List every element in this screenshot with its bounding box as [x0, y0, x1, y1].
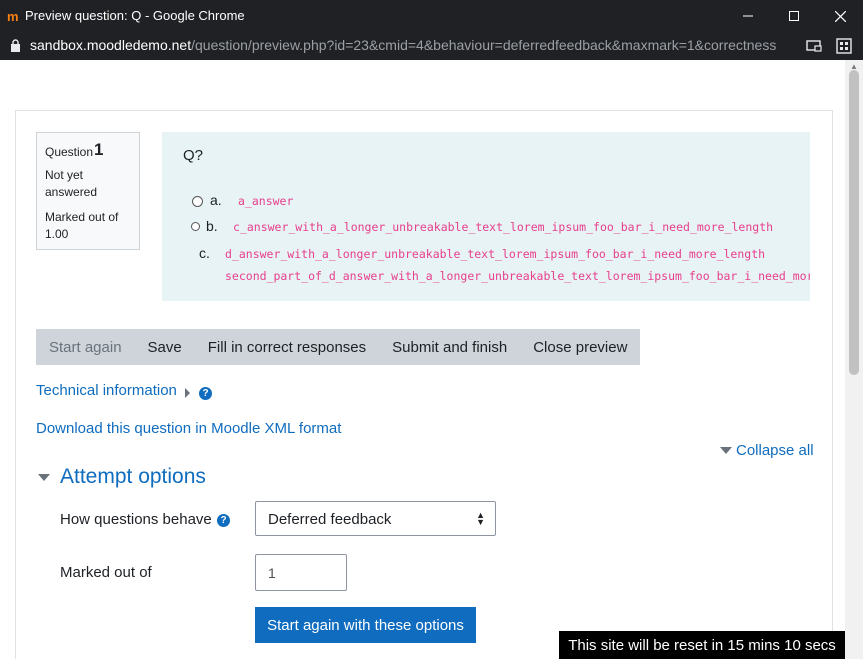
expand-arrow-icon[interactable]	[185, 388, 190, 398]
answer-b-text[interactable]: c_answer_with_a_longer_unbreakable_text_…	[233, 220, 773, 234]
marked-out-input[interactable]: 1	[255, 554, 347, 591]
help-icon[interactable]: ?	[199, 387, 212, 400]
close-preview-button[interactable]: Close preview	[520, 329, 640, 365]
browser-titlebar: m Preview question: Q - Google Chrome	[0, 0, 863, 32]
close-icon	[834, 10, 846, 22]
collapse-all-link[interactable]: Collapse all	[736, 442, 814, 459]
answer-a-radio[interactable]	[192, 196, 203, 207]
download-xml-link[interactable]: Download this question in Moodle XML for…	[36, 420, 341, 437]
question-info-box: Question 1 Not yet answered Marked out o…	[36, 132, 140, 250]
question-formulation: Q? a. a_answer b. c_answer_with_a_longer…	[162, 132, 810, 301]
question-label: Question	[45, 145, 94, 159]
answer-c-text-line2[interactable]: second_part_of_d_answer_with_a_longer_un…	[225, 269, 810, 283]
behaviour-select[interactable]: Deferred feedback ▲ ▼	[255, 501, 496, 536]
attempt-options-title[interactable]: Attempt options	[60, 465, 206, 489]
preview-controls: Start again Save Fill in correct respons…	[36, 329, 641, 365]
url-path: /question/preview.php?id=23&cmid=4&behav…	[191, 37, 777, 53]
answer-b-radio[interactable]	[191, 222, 200, 231]
minimize-icon	[743, 15, 753, 17]
submit-finish-button[interactable]: Submit and finish	[379, 329, 520, 365]
page-content: Question 1 Not yet answered Marked out o…	[0, 60, 845, 659]
cast-icon[interactable]	[805, 37, 823, 55]
save-button[interactable]: Save	[135, 329, 195, 365]
moodle-icon: m	[7, 9, 19, 24]
minimize-button[interactable]	[725, 0, 771, 32]
close-window-button[interactable]	[817, 0, 863, 32]
marked-out-label: Marked out of	[60, 564, 152, 581]
answer-c-text[interactable]: d_answer_with_a_longer_unbreakable_text_…	[225, 247, 765, 261]
fill-correct-button[interactable]: Fill in correct responses	[195, 329, 379, 365]
behaviour-select-value: Deferred feedback	[268, 511, 392, 528]
question-text: Q?	[183, 147, 204, 164]
technical-info-link[interactable]: Technical information	[36, 382, 177, 399]
page-scrollbar[interactable]: ▲	[845, 60, 863, 659]
start-again-button[interactable]: Start again	[36, 329, 135, 365]
lock-icon	[11, 39, 20, 52]
question-grade: Marked out of 1.00	[45, 210, 119, 241]
qr-code-icon[interactable]	[835, 37, 853, 55]
select-arrows-icon: ▲ ▼	[476, 510, 485, 527]
window-title: Preview question: Q - Google Chrome	[25, 8, 245, 23]
scroll-thumb[interactable]	[849, 70, 859, 375]
site-reset-notice: This site will be reset in 15 mins 10 se…	[559, 631, 845, 659]
maximize-icon	[789, 11, 799, 21]
question-state: Not yet answered	[45, 168, 98, 199]
url-text[interactable]: sandbox.moodledemo.net/question/preview.…	[30, 37, 800, 53]
question-number: 1	[94, 140, 104, 159]
address-bar[interactable]: sandbox.moodledemo.net/question/preview.…	[0, 32, 863, 60]
collapse-arrow-icon[interactable]	[720, 447, 732, 454]
answer-a-text[interactable]: a_answer	[238, 194, 293, 208]
maximize-button[interactable]	[771, 0, 817, 32]
behave-label: How questions behave	[60, 511, 212, 528]
answer-b-letter: b.	[206, 218, 218, 234]
answer-c-letter: c.	[199, 245, 210, 261]
help-icon[interactable]: ?	[217, 514, 230, 527]
url-host: sandbox.moodledemo.net	[30, 37, 192, 53]
start-again-options-button[interactable]: Start again with these options	[255, 607, 476, 643]
section-toggle-icon[interactable]	[38, 474, 50, 481]
answer-a-letter: a.	[210, 192, 222, 208]
